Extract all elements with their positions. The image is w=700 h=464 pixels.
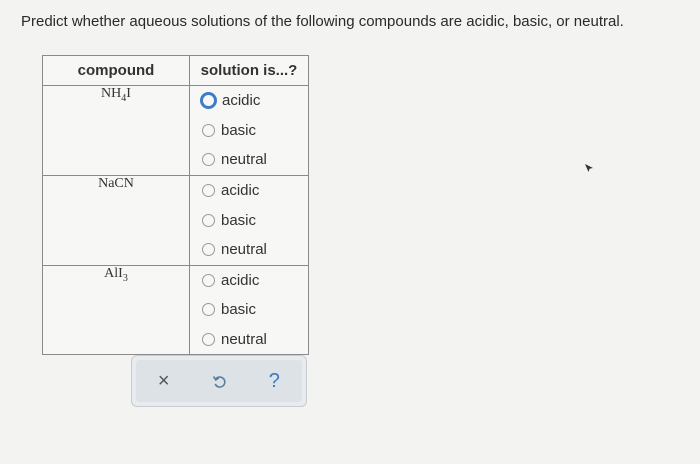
header-solution: solution is...? [189, 55, 309, 86]
option-label[interactable]: neutral [221, 241, 267, 258]
option-neutral[interactable]: neutral [190, 235, 308, 265]
option-acidic[interactable]: acidic [190, 176, 308, 206]
answer-table: compound solution is...? NH4I acidic bas… [42, 55, 309, 356]
option-acidic[interactable]: acidic [190, 266, 308, 296]
answer-toolbar: × ? [131, 355, 307, 407]
compound-formula-main: NaCN [98, 175, 134, 191]
option-label[interactable]: neutral [221, 331, 267, 348]
option-label[interactable]: neutral [221, 151, 267, 168]
option-neutral[interactable]: neutral [190, 325, 308, 355]
option-basic[interactable]: basic [190, 295, 308, 325]
table-header-row: compound solution is...? [42, 55, 309, 86]
radio-button[interactable] [202, 333, 215, 347]
options-cell: acidic basic neutral [189, 85, 309, 176]
radio-button[interactable] [202, 184, 215, 198]
compound-formula-tail: I [126, 86, 131, 101]
option-label[interactable]: basic [221, 212, 256, 229]
radio-button[interactable] [202, 213, 215, 227]
compound-formula-subscript: 3 [122, 272, 128, 284]
close-icon[interactable]: × [148, 365, 180, 397]
option-label[interactable]: basic [221, 122, 256, 139]
table-row: NH4I acidic basic neutral [42, 85, 309, 176]
radio-button[interactable] [202, 243, 215, 257]
options-cell: acidic basic neutral [189, 264, 309, 356]
options-cell: acidic basic neutral [189, 174, 309, 266]
option-acidic[interactable]: acidic [190, 86, 308, 116]
radio-button[interactable] [202, 123, 215, 137]
radio-button[interactable] [200, 92, 217, 110]
compound-formula-main: NH [101, 86, 122, 101]
header-compound: compound [42, 55, 190, 86]
table-row: NaCN acidic basic neutral [42, 174, 309, 266]
option-neutral[interactable]: neutral [190, 145, 308, 175]
compound-cell: NaCN [42, 174, 190, 266]
option-label[interactable]: acidic [221, 272, 259, 289]
undo-icon[interactable] [203, 365, 235, 397]
option-label[interactable]: acidic [222, 92, 260, 109]
undo-icon-glyph [212, 376, 226, 388]
toolbar-buttons: × ? [136, 360, 302, 402]
table-row: AlI3 acidic basic neutral [42, 264, 309, 356]
option-basic[interactable]: basic [190, 205, 308, 235]
option-basic[interactable]: basic [190, 116, 308, 146]
radio-button[interactable] [202, 303, 215, 317]
radio-button[interactable] [202, 153, 215, 167]
help-icon[interactable]: ? [258, 365, 290, 397]
option-label[interactable]: acidic [221, 182, 259, 199]
option-label[interactable]: basic [221, 301, 256, 318]
compound-formula-main: AlI [104, 265, 123, 281]
radio-button[interactable] [202, 273, 215, 287]
mouse-cursor-icon [585, 164, 593, 172]
compound-cell: NH4I [42, 85, 190, 176]
compound-cell: AlI3 [42, 264, 190, 356]
question-prompt: Predict whether aqueous solutions of the… [21, 13, 624, 30]
